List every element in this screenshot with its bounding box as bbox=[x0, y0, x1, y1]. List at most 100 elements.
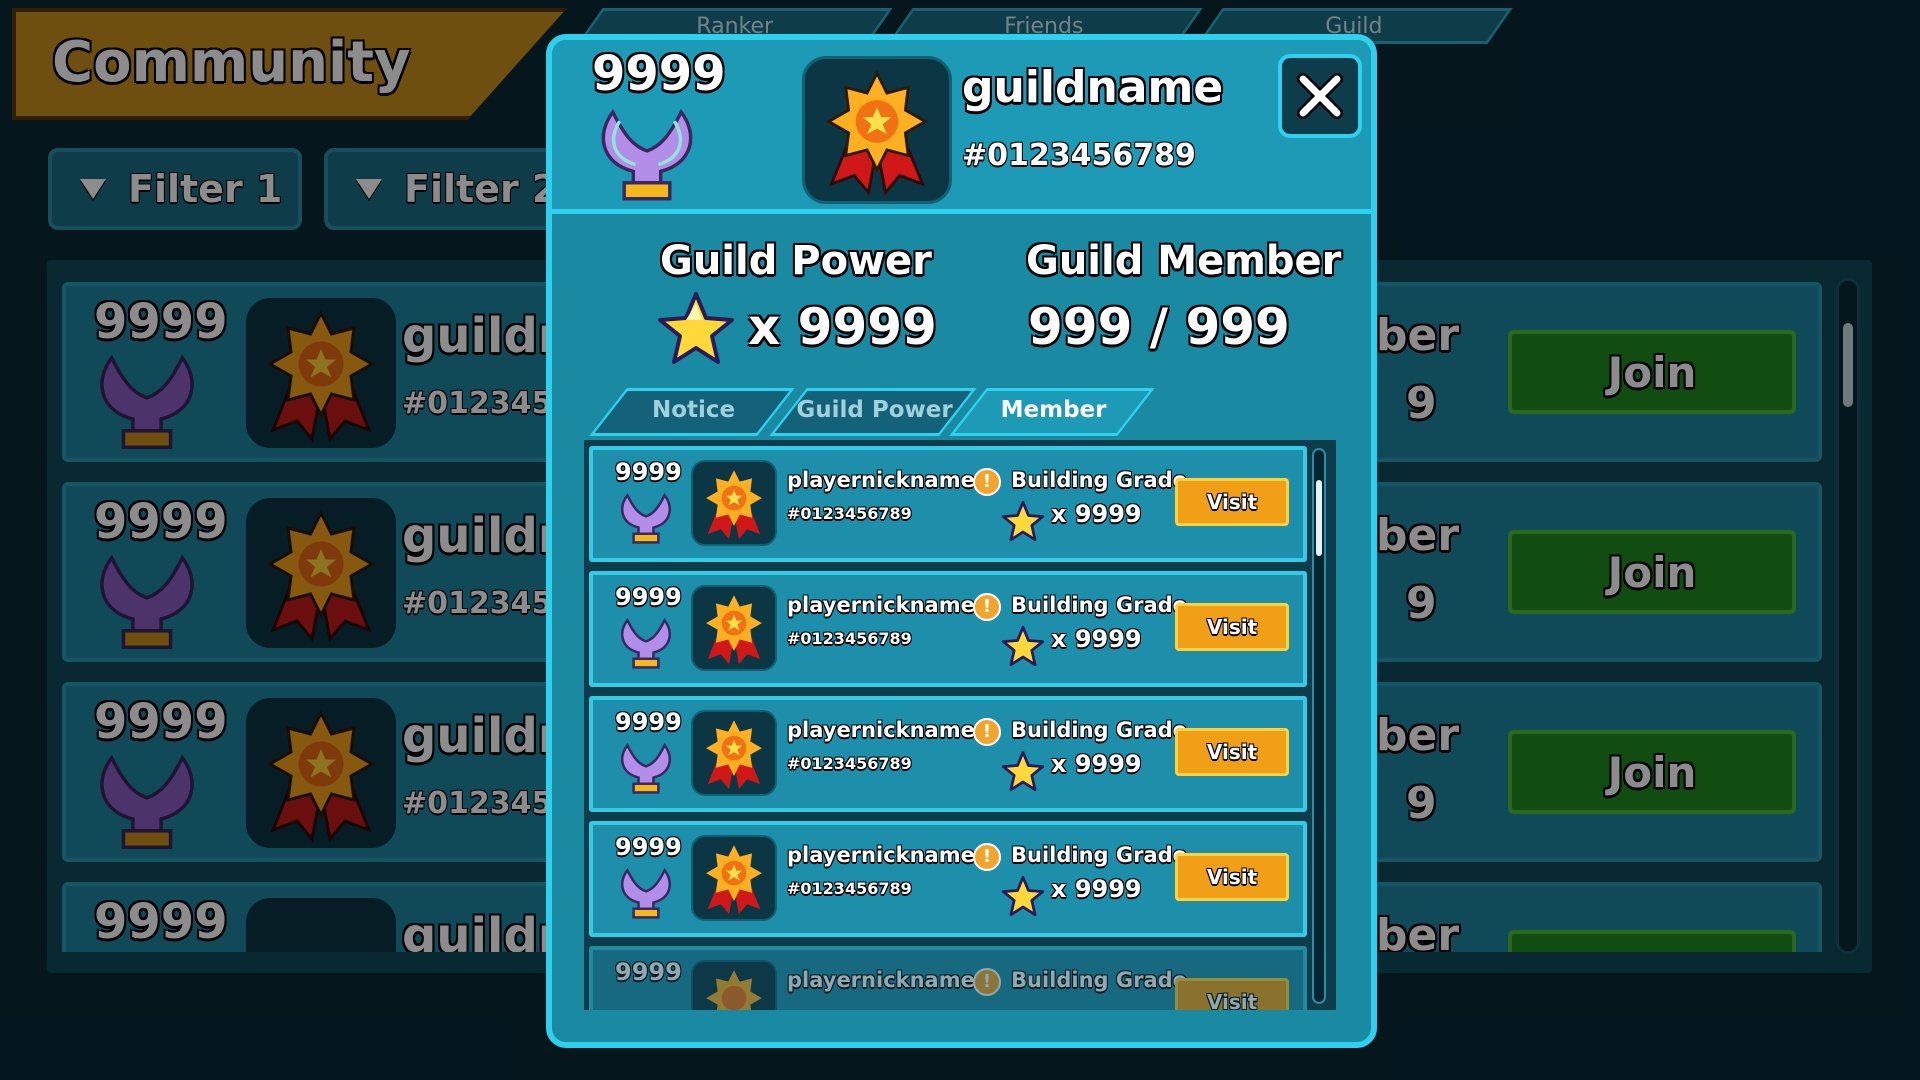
rank-number: 9999 bbox=[94, 694, 228, 750]
guild-emblem bbox=[246, 898, 396, 952]
building-grade-label: Building Grade bbox=[1011, 718, 1187, 742]
guild-power-value: x 9999 bbox=[748, 298, 937, 356]
visit-button[interactable]: Visit bbox=[1175, 978, 1289, 1010]
player-nickname: playernickname bbox=[787, 718, 975, 742]
player-id: #0123456789 bbox=[787, 754, 912, 773]
trophy-icon bbox=[621, 617, 671, 669]
member-label-fragment: ber bbox=[1376, 710, 1460, 761]
player-nickname: playernickname bbox=[787, 593, 975, 617]
player-emblem bbox=[691, 960, 777, 1010]
member-rank: 9999 bbox=[615, 583, 682, 611]
player-power: x 9999 bbox=[1051, 875, 1142, 903]
medal-icon bbox=[706, 470, 762, 540]
filter-2-dropdown[interactable]: Filter 2 bbox=[324, 148, 584, 230]
guild-emblem bbox=[802, 56, 952, 204]
star-icon bbox=[1001, 625, 1045, 667]
medal-icon bbox=[706, 595, 762, 665]
trophy-icon bbox=[621, 742, 671, 794]
player-emblem bbox=[691, 710, 777, 796]
alert-icon: ! bbox=[973, 968, 1001, 996]
player-id: #0123456789 bbox=[787, 879, 912, 898]
member-label-fragment: ber bbox=[1376, 910, 1460, 952]
guild-emblem bbox=[246, 298, 396, 448]
star-icon bbox=[1001, 750, 1045, 792]
star-icon bbox=[1001, 875, 1045, 917]
player-nickname: playernickname bbox=[787, 968, 975, 992]
trophy-icon bbox=[100, 754, 194, 850]
member-list-scrollbar[interactable] bbox=[1312, 448, 1326, 1004]
tab-member-label: Member bbox=[1000, 397, 1107, 423]
medal-icon bbox=[266, 309, 376, 443]
building-grade-label: Building Grade bbox=[1011, 968, 1187, 992]
guild-emblem bbox=[246, 698, 396, 848]
guild-name: guildname bbox=[962, 62, 1224, 113]
guild-rank: 9999 bbox=[592, 46, 726, 102]
trophy-icon bbox=[621, 492, 671, 544]
filter-2-label: Filter 2 bbox=[404, 167, 559, 211]
player-power: x 9999 bbox=[1051, 500, 1142, 528]
member-count-fragment: 9 bbox=[1406, 578, 1437, 629]
guild-list-scrollbar[interactable] bbox=[1836, 278, 1860, 954]
visit-button[interactable]: Visit bbox=[1175, 478, 1289, 526]
filter-1-dropdown[interactable]: Filter 1 bbox=[48, 148, 302, 230]
player-power: x 9999 bbox=[1051, 625, 1142, 653]
rank-number: 9999 bbox=[94, 294, 228, 350]
visit-button[interactable]: Visit bbox=[1175, 853, 1289, 901]
player-id: #0123456789 bbox=[787, 504, 912, 523]
guild-member-value: 999 / 999 bbox=[1028, 298, 1290, 356]
member-list: 9999 playernickname #0123456789 ! Buildi… bbox=[584, 440, 1336, 1010]
community-banner: Community bbox=[12, 8, 567, 120]
chevron-down-icon bbox=[80, 179, 106, 199]
player-emblem bbox=[691, 460, 777, 546]
guild-info-modal: 9999 guildname #0123456789 Guild Power x… bbox=[546, 34, 1377, 1048]
guild-power-label: Guild Power bbox=[660, 238, 932, 284]
member-rank: 9999 bbox=[615, 708, 682, 736]
player-emblem bbox=[691, 585, 777, 671]
player-power: x 9999 bbox=[1051, 750, 1142, 778]
alert-icon: ! bbox=[973, 843, 1001, 871]
member-label-fragment: ber bbox=[1376, 510, 1460, 561]
tab-notice[interactable]: Notice bbox=[589, 388, 795, 436]
building-grade-label: Building Grade bbox=[1011, 468, 1187, 492]
member-row: 9999 playernickname #0123456789 ! Buildi… bbox=[589, 446, 1307, 562]
alert-icon: ! bbox=[973, 718, 1001, 746]
join-button[interactable]: Join bbox=[1508, 530, 1796, 614]
guild-member-label: Guild Member bbox=[1026, 238, 1342, 284]
medal-icon bbox=[266, 709, 376, 843]
player-nickname: playernickname bbox=[787, 468, 975, 492]
player-emblem bbox=[691, 835, 777, 921]
member-rank: 9999 bbox=[615, 833, 682, 861]
member-label-fragment: ber bbox=[1376, 310, 1460, 361]
join-button[interactable]: Join bbox=[1508, 330, 1796, 414]
scrollbar-thumb[interactable] bbox=[1316, 480, 1322, 556]
building-grade-label: Building Grade bbox=[1011, 593, 1187, 617]
modal-header: 9999 guildname #0123456789 bbox=[552, 40, 1371, 214]
scrollbar-thumb[interactable] bbox=[1843, 323, 1853, 407]
medal-icon bbox=[706, 845, 762, 915]
player-nickname: playernickname bbox=[787, 843, 975, 867]
member-count-fragment: 9 bbox=[1406, 778, 1437, 829]
page-title: Community bbox=[52, 30, 411, 95]
guild-emblem bbox=[246, 498, 396, 648]
filter-1-label: Filter 1 bbox=[128, 167, 283, 211]
member-count-fragment: 9 bbox=[1406, 378, 1437, 429]
member-row: 9999 playernickname #0123456789 ! Buildi… bbox=[589, 696, 1307, 812]
join-button[interactable] bbox=[1508, 930, 1796, 952]
building-grade-label: Building Grade bbox=[1011, 843, 1187, 867]
trophy-icon bbox=[100, 354, 194, 450]
chevron-down-icon bbox=[356, 179, 382, 199]
rank-number: 9999 bbox=[94, 494, 228, 550]
trophy-icon bbox=[100, 554, 194, 650]
alert-icon: ! bbox=[973, 468, 1001, 496]
join-button[interactable]: Join bbox=[1508, 730, 1796, 814]
tab-guild-power[interactable]: Guild Power bbox=[769, 388, 977, 436]
tab-member[interactable]: Member bbox=[949, 388, 1155, 436]
visit-button[interactable]: Visit bbox=[1175, 603, 1289, 651]
member-row: 9999 playernickname ! Building Grade Vis… bbox=[589, 946, 1307, 1010]
close-button[interactable] bbox=[1278, 54, 1362, 138]
member-rank: 9999 bbox=[615, 458, 682, 486]
trophy-icon bbox=[621, 867, 671, 919]
tab-guild-power-label: Guild Power bbox=[796, 397, 953, 423]
alert-icon: ! bbox=[973, 593, 1001, 621]
visit-button[interactable]: Visit bbox=[1175, 728, 1289, 776]
